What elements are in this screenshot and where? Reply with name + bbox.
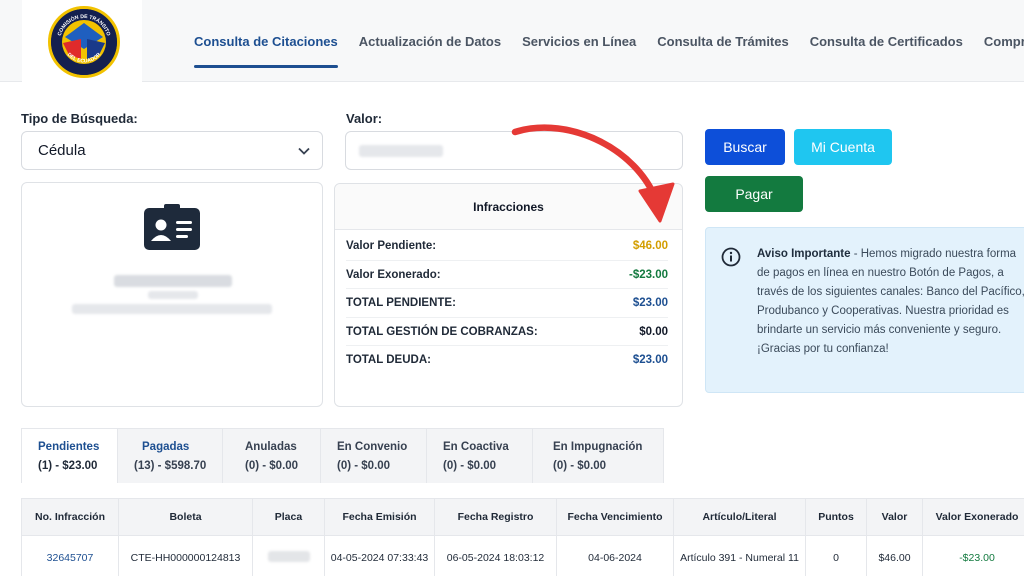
infr-row-total-deuda: TOTAL DEUDA: $23.00 bbox=[346, 346, 668, 375]
articulo-cell: Artículo 391 - Numeral 11 bbox=[673, 535, 806, 576]
tab-count: (13) - $598.70 bbox=[134, 460, 207, 472]
nav-consulta-tramites[interactable]: Consulta de Trámites bbox=[657, 0, 788, 82]
status-tabs: Pendientes (1) - $23.00 Pagadas (13) - $… bbox=[21, 428, 664, 483]
tab-anuladas[interactable]: Anuladas (0) - $0.00 bbox=[223, 428, 321, 483]
tab-en-coactiva[interactable]: En Coactiva (0) - $0.00 bbox=[427, 428, 533, 483]
redacted-placa bbox=[267, 551, 310, 562]
tab-count: (0) - $0.00 bbox=[553, 460, 607, 472]
top-navbar: COMISIÓN DE TRÁNSITO DEL ECUADOR Consult… bbox=[0, 0, 1024, 82]
nav-consulta-citaciones[interactable]: Consulta de Citaciones bbox=[194, 0, 338, 82]
redacted-name bbox=[114, 275, 232, 287]
pagar-button[interactable]: Pagar bbox=[705, 176, 803, 212]
search-value-input[interactable] bbox=[345, 131, 683, 170]
infr-value: $23.00 bbox=[632, 354, 668, 366]
table-header-row: No. Infracción Boleta Placa Fecha Emisió… bbox=[21, 498, 1024, 536]
nav-actualizacion-datos[interactable]: Actualización de Datos bbox=[359, 0, 501, 82]
infracciones-title: Infracciones bbox=[335, 184, 682, 230]
fecha-registro-cell: 06-05-2024 18:03:12 bbox=[434, 535, 557, 576]
infracciones-list: Valor Pendiente: $46.00 Valor Exonerado:… bbox=[335, 230, 682, 375]
placa-cell bbox=[252, 535, 325, 576]
infr-label: TOTAL GESTIÓN DE COBRANZAS: bbox=[346, 325, 538, 338]
puntos-cell: 0 bbox=[805, 535, 867, 576]
fecha-vencimiento-cell: 04-06-2024 bbox=[556, 535, 674, 576]
search-type-label: Tipo de Búsqueda: bbox=[21, 111, 138, 126]
citaciones-table: No. Infracción Boleta Placa Fecha Emisió… bbox=[21, 498, 1024, 576]
info-icon bbox=[721, 247, 741, 267]
table-row: 32645707 CTE-HH000000124813 04-05-2024 0… bbox=[21, 535, 1024, 576]
redacted-id bbox=[148, 291, 198, 299]
col-valor[interactable]: Valor bbox=[866, 498, 923, 536]
infr-row-total-pendiente: TOTAL PENDIENTE: $23.00 bbox=[346, 289, 668, 318]
tab-label: Anuladas bbox=[245, 441, 297, 453]
tab-label: Pagadas bbox=[142, 441, 190, 453]
valor-exonerado-cell: -$23.00 bbox=[922, 535, 1024, 576]
logo-container: COMISIÓN DE TRÁNSITO DEL ECUADOR bbox=[22, 0, 142, 82]
nav-consulta-certificados[interactable]: Consulta de Certificados bbox=[810, 0, 963, 82]
col-puntos[interactable]: Puntos bbox=[805, 498, 867, 536]
id-card-icon bbox=[144, 204, 200, 250]
tab-pendientes[interactable]: Pendientes (1) - $23.00 bbox=[21, 428, 118, 483]
tab-label: En Impugnación bbox=[553, 441, 643, 453]
tab-label: En Coactiva bbox=[443, 441, 509, 453]
infracciones-card: Infracciones Valor Pendiente: $46.00 Val… bbox=[334, 183, 683, 407]
col-fecha-registro[interactable]: Fecha Registro bbox=[434, 498, 557, 536]
infr-label: Valor Pendiente: bbox=[346, 240, 437, 252]
search-type-select[interactable]: Cédula bbox=[21, 131, 323, 170]
tab-count: (0) - $0.00 bbox=[337, 460, 391, 472]
tab-count: (1) - $23.00 bbox=[38, 460, 98, 472]
aviso-body: - Hemos migrado nuestra forma de pagos e… bbox=[757, 248, 1024, 355]
mi-cuenta-button[interactable]: Mi Cuenta bbox=[794, 129, 892, 165]
infr-value: $46.00 bbox=[632, 240, 668, 252]
main-nav: Consulta de Citaciones Actualización de … bbox=[194, 0, 1024, 82]
user-id-card bbox=[21, 182, 323, 407]
col-fecha-vencimiento[interactable]: Fecha Vencimiento bbox=[556, 498, 674, 536]
infr-value: $0.00 bbox=[639, 325, 668, 338]
col-fecha-emision[interactable]: Fecha Emisión bbox=[324, 498, 435, 536]
redacted-detail bbox=[72, 304, 272, 314]
search-type-value: Cédula bbox=[38, 142, 86, 159]
infr-row-total-cobranzas: TOTAL GESTIÓN DE COBRANZAS: $0.00 bbox=[346, 318, 668, 346]
tab-count: (0) - $0.00 bbox=[443, 460, 497, 472]
infr-row-valor-exonerado: Valor Exonerado: -$23.00 bbox=[346, 261, 668, 289]
infr-value: -$23.00 bbox=[628, 268, 668, 281]
col-boleta[interactable]: Boleta bbox=[118, 498, 253, 536]
chevron-down-icon bbox=[298, 147, 310, 155]
search-value-label: Valor: bbox=[346, 111, 383, 126]
boleta-cell: CTE-HH000000124813 bbox=[118, 535, 253, 576]
infr-label: TOTAL PENDIENTE: bbox=[346, 297, 456, 309]
aviso-importante-alert: Aviso Importante - Hemos migrado nuestra… bbox=[705, 227, 1024, 393]
col-articulo-literal[interactable]: Artículo/Literal bbox=[673, 498, 806, 536]
tab-en-convenio[interactable]: En Convenio (0) - $0.00 bbox=[321, 428, 427, 483]
tab-count: (0) - $0.00 bbox=[245, 460, 299, 472]
infr-label: Valor Exonerado: bbox=[346, 268, 441, 281]
buscar-button[interactable]: Buscar bbox=[705, 129, 785, 165]
aviso-text: Aviso Importante - Hemos migrado nuestra… bbox=[757, 245, 1024, 359]
tab-label: Pendientes bbox=[38, 441, 100, 453]
tab-pagadas[interactable]: Pagadas (13) - $598.70 bbox=[118, 428, 223, 483]
tab-en-impugnacion[interactable]: En Impugnación (0) - $0.00 bbox=[533, 428, 664, 483]
col-placa[interactable]: Placa bbox=[252, 498, 325, 536]
aviso-title: Aviso Importante bbox=[757, 248, 851, 260]
fecha-emision-cell: 04-05-2024 07:33:43 bbox=[324, 535, 435, 576]
infraccion-number-link[interactable]: 32645707 bbox=[21, 535, 119, 576]
col-no-infraccion[interactable]: No. Infracción bbox=[21, 498, 119, 536]
nav-servicios-en-linea[interactable]: Servicios en Línea bbox=[522, 0, 636, 82]
infr-label: TOTAL DEUDA: bbox=[346, 354, 431, 366]
logo-emblem: COMISIÓN DE TRÁNSITO DEL ECUADOR bbox=[51, 9, 117, 75]
redacted-value bbox=[359, 145, 443, 157]
nav-comprobantes[interactable]: Comproba bbox=[984, 0, 1024, 82]
infr-value: $23.00 bbox=[632, 297, 668, 309]
infr-row-valor-pendiente: Valor Pendiente: $46.00 bbox=[346, 232, 668, 261]
cte-logo[interactable]: COMISIÓN DE TRÁNSITO DEL ECUADOR bbox=[48, 6, 120, 78]
valor-cell: $46.00 bbox=[866, 535, 923, 576]
tab-label: En Convenio bbox=[337, 441, 408, 453]
col-valor-exonerado[interactable]: Valor Exonerado bbox=[922, 498, 1024, 536]
